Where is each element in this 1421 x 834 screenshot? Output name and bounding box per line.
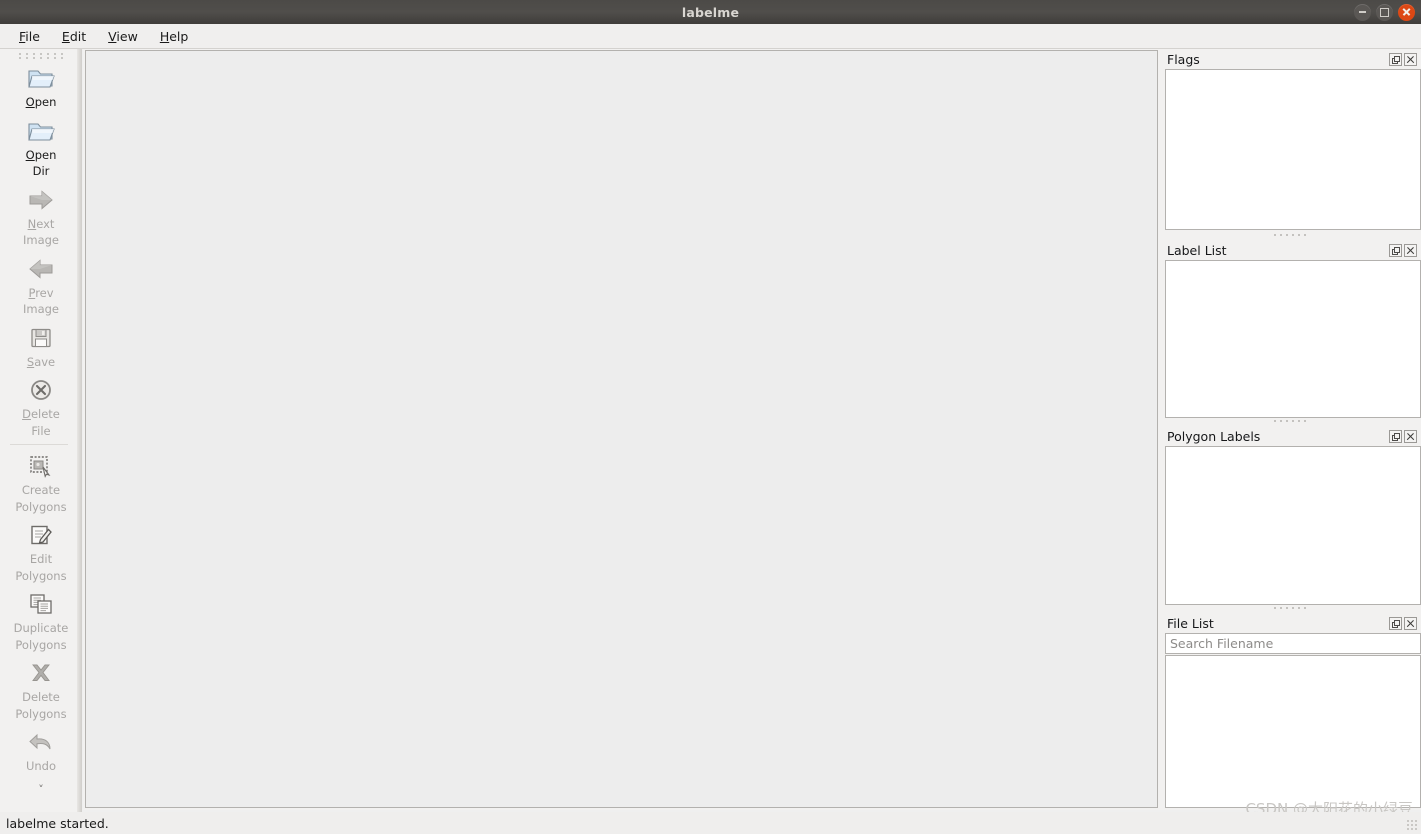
panel-title-file-list[interactable]: File List: [1161, 613, 1421, 633]
panel-splitter-file-list[interactable]: [1161, 605, 1421, 613]
splitter-bar: [77, 49, 82, 815]
labelme-window: labelme File Edit View Help Open Open Di…: [0, 0, 1421, 834]
canvas-area[interactable]: [83, 49, 1161, 810]
image-canvas[interactable]: [85, 50, 1158, 808]
toolbar-canvas-splitter[interactable]: [68, 49, 82, 815]
float-button-flags[interactable]: [1389, 52, 1402, 66]
maximize-icon: [1380, 7, 1389, 17]
close-button-label-list[interactable]: [1404, 243, 1417, 257]
drag-dots-icon: [1274, 234, 1308, 238]
toolbar-label-save: Save: [26, 354, 56, 369]
toolbar-label-prev-image: Prev Image: [22, 285, 60, 317]
polygon-labels-list[interactable]: [1165, 446, 1421, 605]
panel-buttons: [1389, 616, 1419, 630]
panel-splitter-label-list[interactable]: [1161, 232, 1421, 240]
panel-title-flags[interactable]: Flags: [1161, 49, 1421, 69]
close-button[interactable]: [1398, 3, 1415, 21]
search-filename-input[interactable]: [1165, 633, 1421, 654]
undo-arrow-icon: [26, 727, 56, 757]
toolbar-label-delete-polygons: Delete Polygons: [15, 690, 67, 721]
panel-title-label: Flags: [1167, 51, 1200, 67]
toolbar-label-open: Open: [25, 95, 57, 109]
close-button-flags[interactable]: [1404, 52, 1417, 66]
toolbar-label-undo: Undo: [25, 759, 57, 773]
toolbar-separator: [10, 444, 72, 445]
drag-dots-icon: [1274, 607, 1308, 611]
panel-file-list: File List: [1161, 605, 1421, 808]
menu-help[interactable]: Help: [149, 27, 200, 46]
close-button-file-list[interactable]: [1404, 616, 1417, 630]
delete-x-icon: [26, 658, 56, 688]
float-icon-b: [1394, 246, 1400, 253]
panel-title-label: Label List: [1167, 242, 1227, 258]
toolbar-label-open-dir: Open Dir: [25, 147, 57, 179]
arrow-left-icon: [26, 254, 56, 284]
open-folder-icon: [26, 116, 56, 146]
drag-dots-icon: [1274, 420, 1308, 424]
toolbar-label-edit-polygons: Edit Polygons: [15, 552, 67, 583]
float-icon-b: [1394, 432, 1400, 439]
panel-buttons: [1389, 429, 1419, 443]
float-button-polygon-labels[interactable]: [1389, 429, 1402, 443]
toolbar-label-next-image: Next Image: [22, 216, 60, 248]
window-title: labelme: [681, 4, 740, 20]
float-icon-b: [1394, 619, 1400, 626]
status-message: labelme started.: [6, 815, 109, 831]
toolbar-label-duplicate-polygons: Duplicate Polygons: [13, 621, 69, 652]
panel-title-label-list[interactable]: Label List: [1161, 240, 1421, 260]
drag-dots-icon: [19, 52, 63, 59]
panel-label-list: Label List: [1161, 232, 1421, 418]
panel-flags: Flags: [1161, 49, 1421, 230]
edit-pencil-icon: [26, 520, 56, 550]
label-list[interactable]: [1165, 260, 1421, 418]
panel-buttons: [1389, 243, 1419, 257]
panel-splitter-polygon-labels[interactable]: [1161, 418, 1421, 426]
status-bar: labelme started.: [0, 812, 1421, 834]
right-dock: Flags Label List Polygon Labels File Lis…: [1161, 49, 1421, 810]
menu-file[interactable]: File: [8, 27, 51, 46]
minimize-icon: [1359, 11, 1366, 13]
resize-grip[interactable]: [1407, 820, 1419, 832]
panel-polygon-labels: Polygon Labels: [1161, 418, 1421, 605]
panel-buttons: [1389, 52, 1419, 66]
panel-title-label: File List: [1167, 615, 1214, 631]
menu-bar: File Edit View Help: [0, 24, 1421, 49]
minimize-button[interactable]: [1354, 3, 1371, 21]
save-floppy-icon: [26, 323, 56, 353]
arrow-right-icon: [26, 185, 56, 215]
float-icon-b: [1394, 55, 1400, 62]
panel-title-polygon-labels[interactable]: Polygon Labels: [1161, 426, 1421, 446]
create-polygon-icon: [26, 451, 56, 481]
delete-circle-x-icon: [26, 375, 56, 405]
panel-title-label: Polygon Labels: [1167, 428, 1261, 444]
menu-view[interactable]: View: [97, 27, 149, 46]
maximize-button[interactable]: [1376, 3, 1393, 21]
close-button-polygon-labels[interactable]: [1404, 429, 1417, 443]
toolbar-label-delete-file: Delete File: [22, 407, 60, 438]
toolbar-label-create-polygons: Create Polygons: [15, 483, 67, 514]
float-button-label-list[interactable]: [1389, 243, 1402, 257]
duplicate-copy-icon: [26, 589, 56, 619]
title-bar[interactable]: labelme: [0, 0, 1421, 24]
file-list[interactable]: [1165, 655, 1421, 808]
float-button-file-list[interactable]: [1389, 616, 1402, 630]
flags-list[interactable]: [1165, 69, 1421, 230]
open-folder-icon: [26, 63, 56, 93]
window-controls: [1354, 0, 1415, 24]
menu-edit[interactable]: Edit: [51, 27, 97, 46]
